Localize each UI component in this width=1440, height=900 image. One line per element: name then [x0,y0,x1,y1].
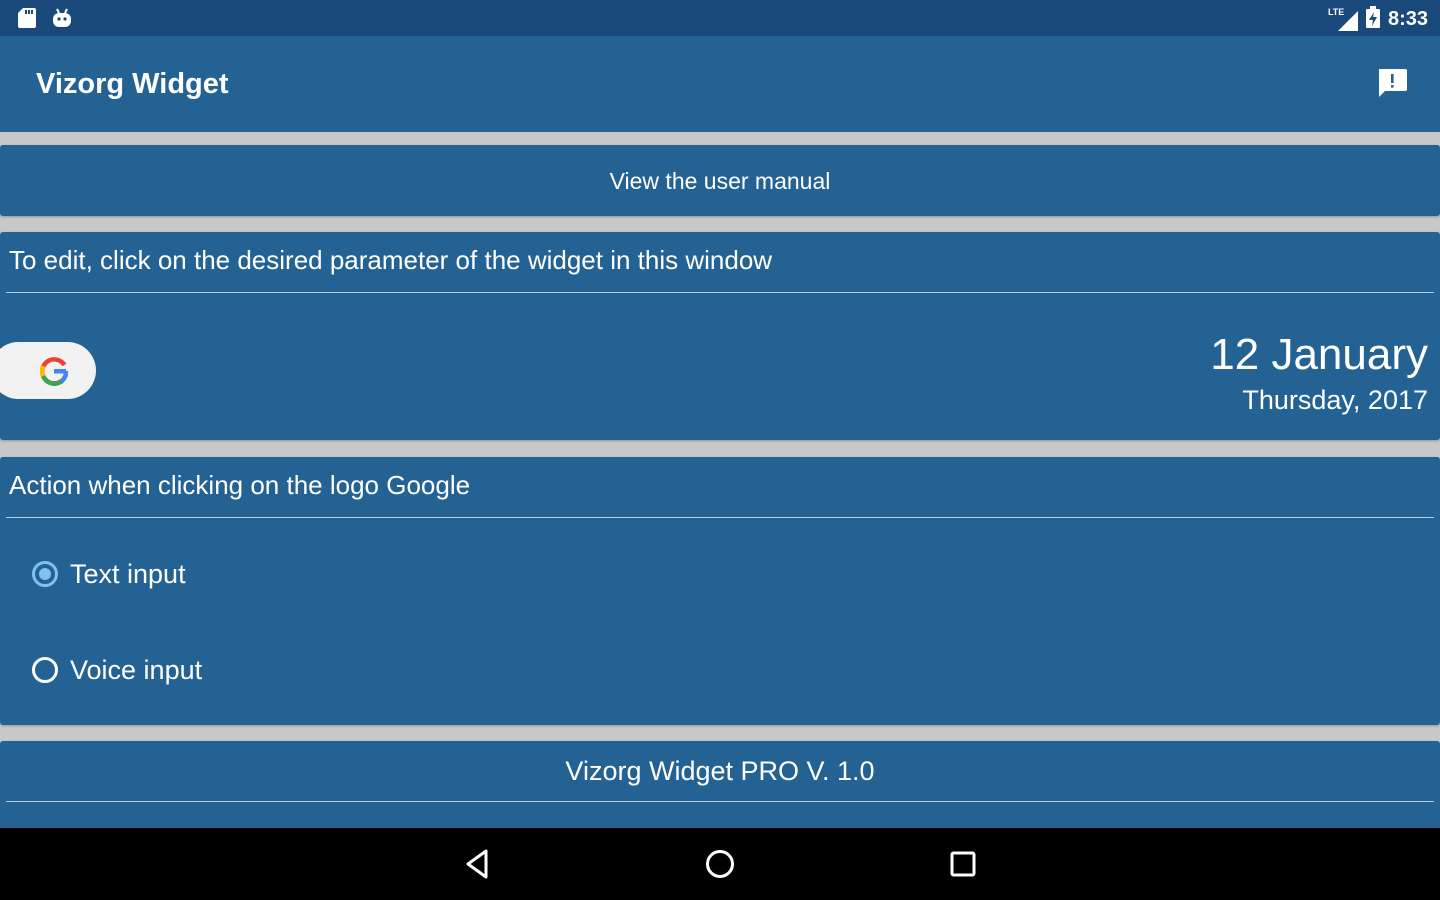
view-manual-label: View the user manual [609,168,831,194]
radio-label: Voice input [70,654,203,685]
widget-weekday-year[interactable]: Thursday, 2017 [1242,385,1428,416]
google-g-icon [39,357,69,386]
radio-button-checked[interactable] [32,561,58,587]
radio-voice-input[interactable]: Voice input [32,650,202,690]
version-card: Vizorg Widget PRO V. 1.0 [0,741,1440,831]
feedback-icon[interactable] [1376,67,1408,99]
lte-signal-icon: LTE [1328,7,1358,31]
android-icon [52,8,72,33]
navigation-bar [0,828,1440,900]
status-bar: LTE 8:33 [0,0,1440,36]
battery-charging-icon [1365,6,1380,33]
radio-text-input[interactable]: Text input [32,554,186,594]
app-title: Vizorg Widget [36,68,229,100]
widget-editor-card: To edit, click on the desired parameter … [0,232,1440,440]
google-action-card: Action when clicking on the logo Google … [0,457,1440,725]
recents-icon[interactable] [947,848,979,880]
google-action-heading: Action when clicking on the logo Google [9,470,471,500]
widget-editor-heading: To edit, click on the desired parameter … [9,245,773,275]
clock: 8:33 [1387,8,1428,30]
sd-card-icon [18,8,36,33]
divider [6,292,1434,293]
divider [6,801,1434,802]
google-search-pill[interactable] [0,342,96,399]
radio-label: Text input [70,558,186,589]
version-text: Vizorg Widget PRO V. 1.0 [565,756,875,786]
back-icon[interactable] [462,848,494,880]
widget-date[interactable]: 12 January [1210,330,1428,380]
app-bar: Vizorg Widget [0,36,1440,132]
radio-button-unchecked[interactable] [32,657,58,683]
home-icon[interactable] [704,848,736,880]
view-manual-button[interactable]: View the user manual [0,145,1440,216]
divider [6,517,1434,518]
